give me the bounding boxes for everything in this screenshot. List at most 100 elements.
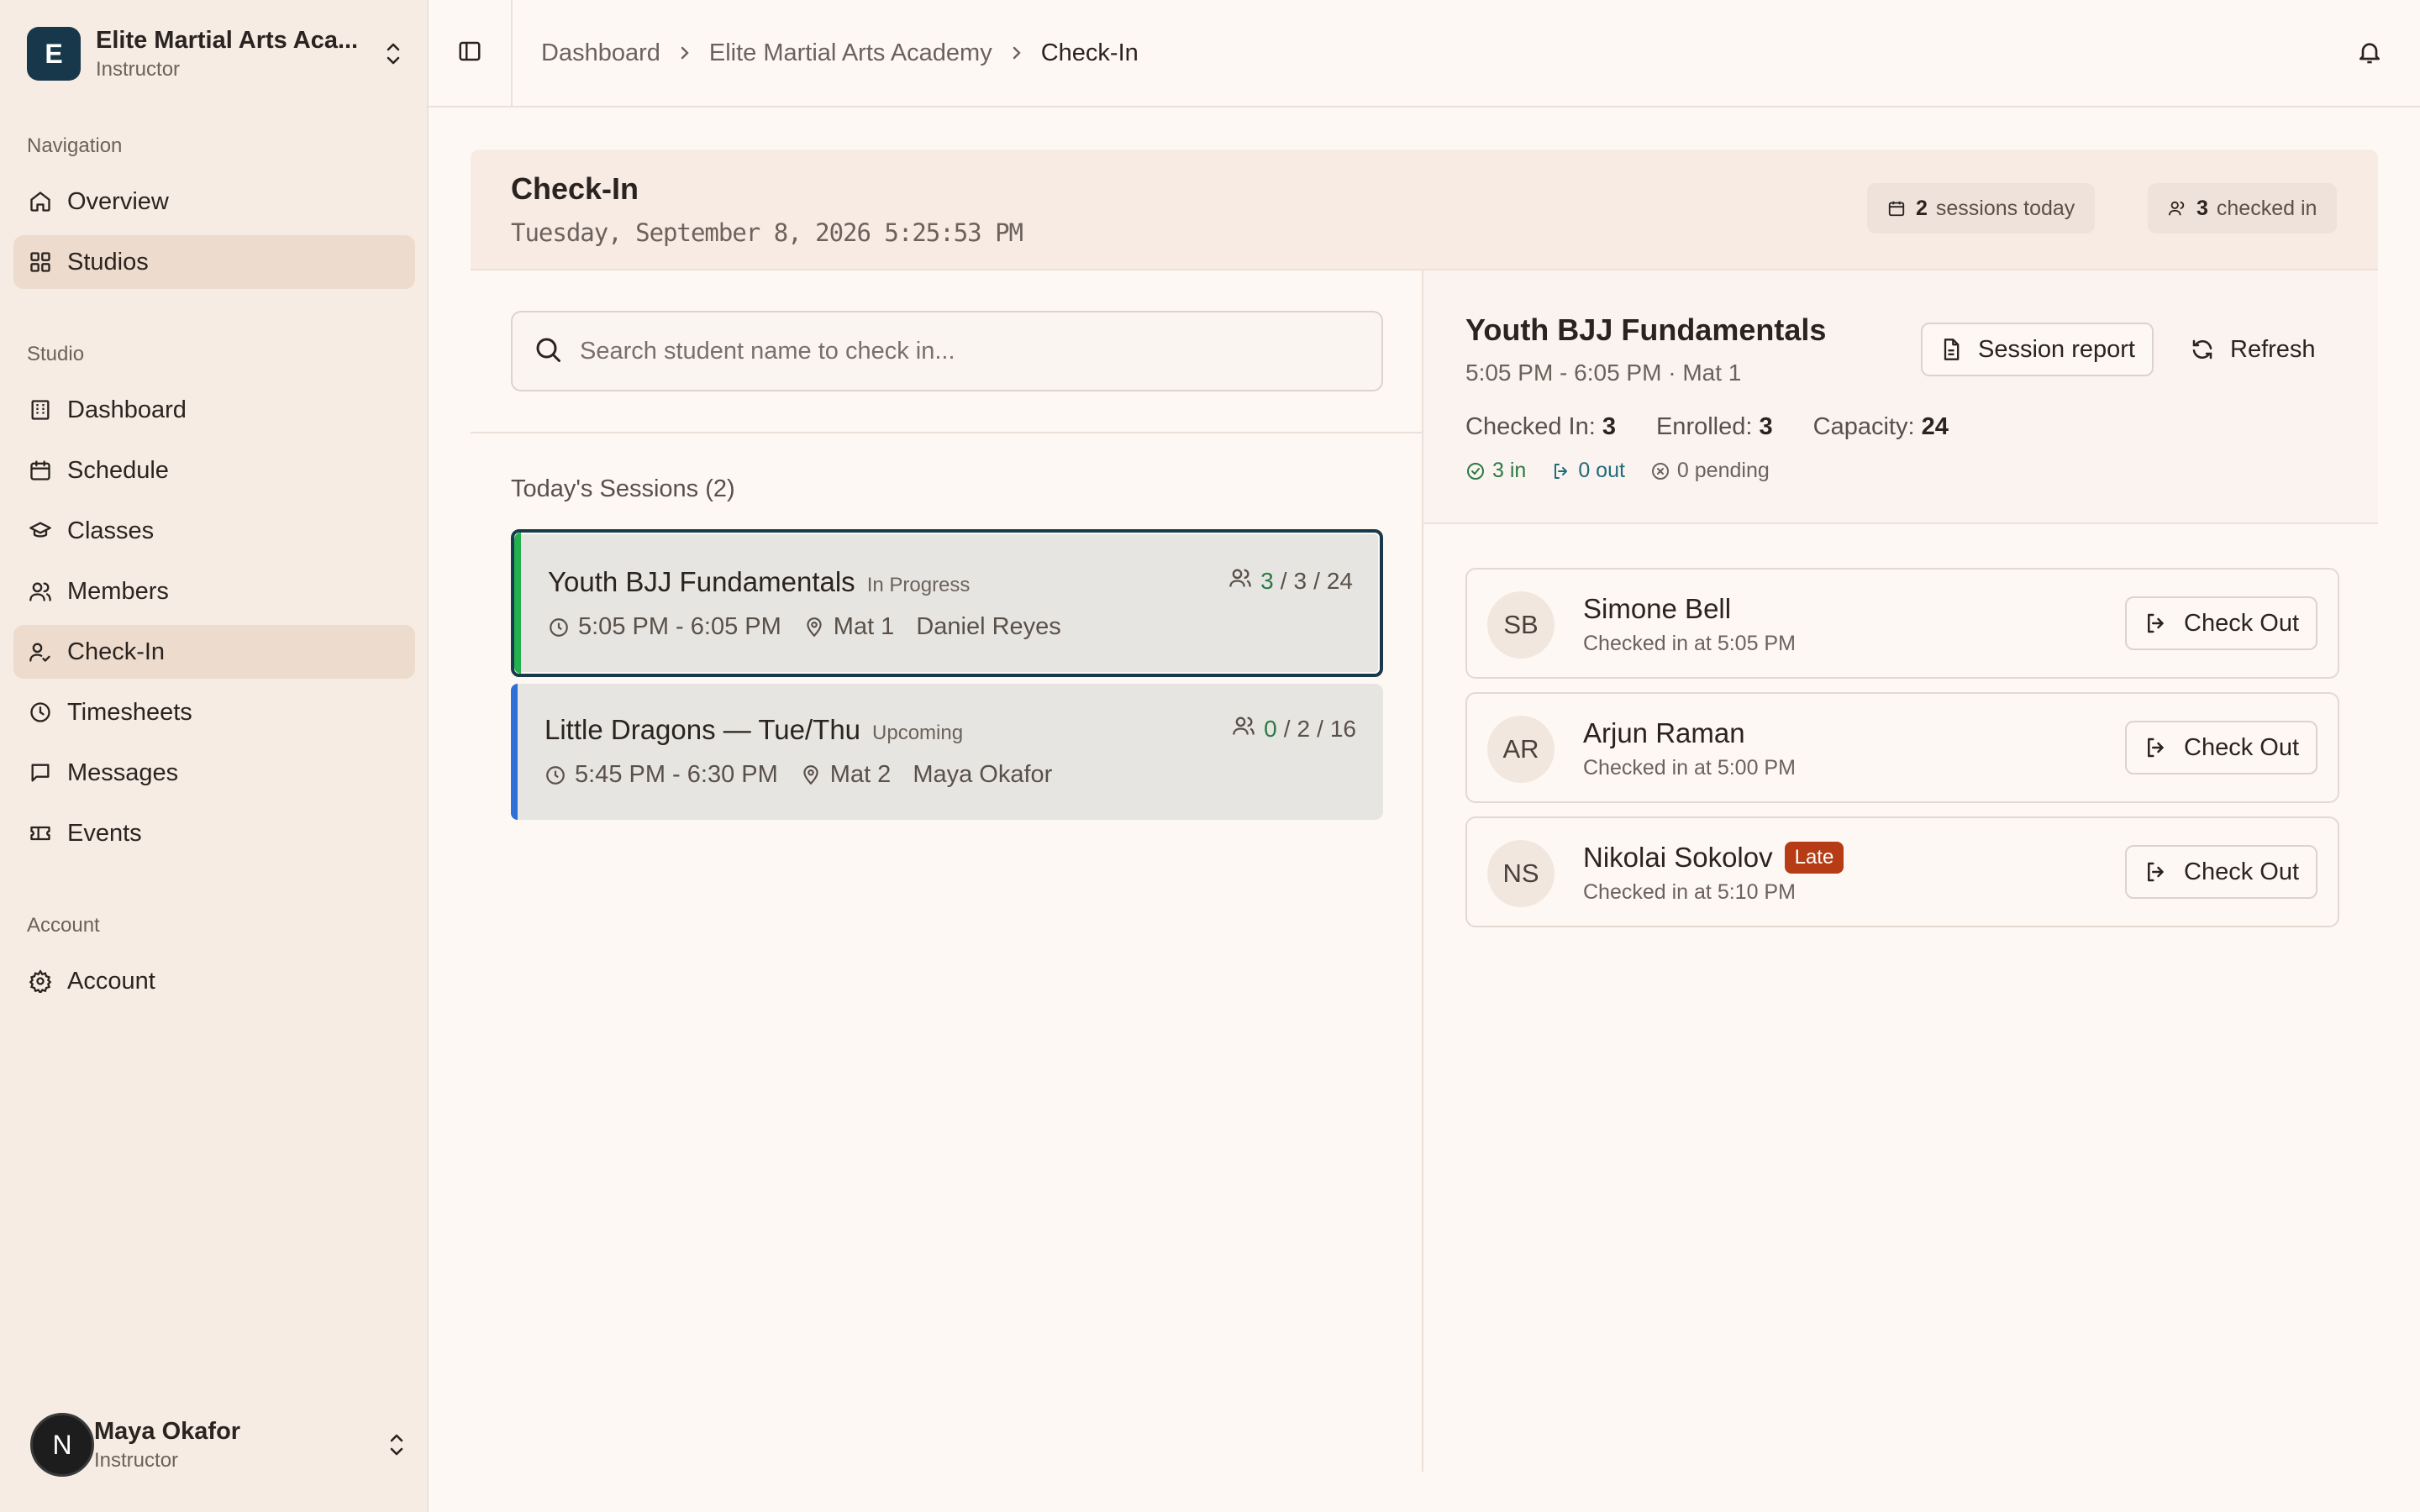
org-name: Elite Martial Arts Aca... bbox=[96, 26, 359, 54]
student-row: AR Arjun Raman Checked in at 5:00 PM Che… bbox=[1465, 692, 2339, 803]
refresh-button[interactable]: Refresh bbox=[2173, 323, 2333, 376]
home-icon bbox=[27, 188, 54, 215]
building-icon bbox=[27, 396, 54, 423]
session-name: Little Dragons — Tue/Thu bbox=[544, 714, 861, 745]
search-icon bbox=[533, 334, 563, 369]
student-name: Arjun Raman bbox=[1583, 717, 1745, 748]
x-circle-icon bbox=[1650, 461, 1670, 481]
sessions-today-badge: 2 sessions today bbox=[1867, 183, 2096, 234]
sidebar-item-studios[interactable]: Studios bbox=[13, 235, 415, 289]
check-out-button[interactable]: Check Out bbox=[2125, 596, 2317, 650]
sidebar-item-label: Events bbox=[67, 819, 142, 847]
sidebar-item-events[interactable]: Events bbox=[13, 806, 415, 860]
sidebar-item-label: Studios bbox=[67, 248, 149, 276]
user-check-icon bbox=[27, 638, 54, 665]
enrolled-count: 2 bbox=[1297, 715, 1311, 742]
session-time: 5:05 PM - 6:05 PM bbox=[578, 613, 781, 640]
top-bar: Dashboard Elite Martial Arts Academy Che… bbox=[429, 0, 2420, 108]
breadcrumb-dashboard[interactable]: Dashboard bbox=[541, 39, 660, 67]
session-card-youth-bjj[interactable]: Youth BJJ Fundamentals In Progress 3/3/24… bbox=[511, 529, 1383, 677]
stat-value: 3 bbox=[1759, 413, 1773, 440]
check-out-label: Check Out bbox=[2184, 609, 2299, 637]
log-out-icon bbox=[2144, 859, 2169, 885]
sidebar-item-messages[interactable]: Messages bbox=[13, 746, 415, 800]
sidebar-item-account[interactable]: Account bbox=[13, 954, 415, 1008]
session-attendance: 0/2/16 bbox=[1232, 714, 1356, 743]
chevron-right-icon bbox=[1011, 45, 1023, 61]
checkin-time: Checked in at 5:00 PM bbox=[1583, 756, 1796, 780]
account-section-label: Account bbox=[27, 914, 100, 937]
sidebar-item-label: Check-In bbox=[67, 638, 166, 665]
search-input[interactable] bbox=[578, 336, 1334, 366]
refresh-label: Refresh bbox=[2230, 335, 2316, 363]
sessions-count: 2 bbox=[1916, 196, 1928, 220]
refresh-icon bbox=[2190, 337, 2215, 362]
sidebar-item-classes[interactable]: Classes bbox=[13, 504, 415, 558]
clock-icon bbox=[548, 617, 570, 638]
user-role: Instructor bbox=[94, 1448, 179, 1472]
sidebar-item-check-in[interactable]: Check-In bbox=[13, 625, 415, 679]
flag-pending: 0 pending bbox=[1676, 459, 1770, 482]
stat-value: 3 bbox=[1602, 413, 1616, 440]
session-detail-header: Youth BJJ Fundamentals 5:05 PM - 6:05 PM… bbox=[1423, 270, 2378, 524]
sidebar-toggle-button[interactable] bbox=[429, 0, 513, 107]
stat-label: Enrolled: bbox=[1655, 413, 1753, 440]
checkin-time: Checked in at 5:05 PM bbox=[1583, 632, 1796, 655]
sidebar-item-label: Account bbox=[67, 967, 155, 995]
enrolled-count: 3 bbox=[1293, 567, 1307, 594]
nav-section-label: Navigation bbox=[27, 134, 123, 157]
session-name: Youth BJJ Fundamentals bbox=[548, 566, 855, 597]
chevron-right-icon bbox=[679, 45, 691, 61]
check-out-button[interactable]: Check Out bbox=[2125, 721, 2317, 774]
breadcrumb: Dashboard Elite Martial Arts Academy Che… bbox=[541, 39, 1139, 67]
check-out-label: Check Out bbox=[2184, 858, 2299, 885]
page-header: Check-In Tuesday, September 8, 2026 5:25… bbox=[471, 150, 2378, 270]
sidebar-item-label: Dashboard bbox=[67, 396, 187, 423]
message-icon bbox=[27, 759, 54, 786]
org-switcher[interactable]: E Elite Martial Arts Aca... Instructor bbox=[27, 25, 405, 82]
notifications-button[interactable] bbox=[2353, 37, 2386, 71]
sidebar-item-overview[interactable]: Overview bbox=[13, 175, 415, 228]
clock-icon bbox=[27, 699, 54, 726]
sidebar-item-members[interactable]: Members bbox=[13, 564, 415, 618]
user-menu[interactable]: N Maya Okafor Instructor bbox=[30, 1411, 408, 1478]
panel-left-icon bbox=[457, 39, 482, 68]
session-card-little-dragons[interactable]: Little Dragons — Tue/Thu Upcoming 0/2/16 … bbox=[511, 684, 1383, 820]
sessions-column: Today's Sessions (2) Youth BJJ Fundament… bbox=[471, 270, 1423, 1472]
checked-label: checked in bbox=[2216, 196, 2317, 220]
session-time: 5:45 PM - 6:30 PM bbox=[575, 761, 778, 788]
flag-in: 3 in bbox=[1492, 459, 1527, 482]
session-detail: Youth BJJ Fundamentals 5:05 PM - 6:05 PM… bbox=[1423, 270, 2378, 1472]
check-in-panel: Check-In Tuesday, September 8, 2026 5:25… bbox=[471, 150, 2378, 1472]
student-row: SB Simone Bell Checked in at 5:05 PM Che… bbox=[1465, 568, 2339, 679]
search-box bbox=[511, 311, 1383, 391]
session-instructor: Daniel Reyes bbox=[916, 613, 1061, 640]
check-out-button[interactable]: Check Out bbox=[2125, 845, 2317, 899]
avatar: SB bbox=[1487, 591, 1555, 659]
studio-section-label: Studio bbox=[27, 343, 85, 365]
session-status-bar bbox=[511, 684, 518, 820]
sidebar-item-schedule[interactable]: Schedule bbox=[13, 444, 415, 497]
capacity-count: 16 bbox=[1329, 715, 1356, 742]
sessions-label: sessions today bbox=[1935, 196, 2075, 220]
session-report-label: Session report bbox=[1978, 335, 2135, 363]
sidebar-item-timesheets[interactable]: Timesheets bbox=[13, 685, 415, 739]
stat-label: Checked In: bbox=[1465, 413, 1596, 440]
chevrons-up-down-icon bbox=[381, 37, 405, 71]
breadcrumb-academy[interactable]: Elite Martial Arts Academy bbox=[709, 39, 992, 67]
calendar-icon bbox=[1887, 199, 1906, 218]
breadcrumb-current: Check-In bbox=[1040, 39, 1139, 66]
checked-in-badge: 3 checked in bbox=[2148, 183, 2338, 234]
user-name: Maya Okafor bbox=[94, 1417, 241, 1445]
sidebar-item-label: Members bbox=[67, 577, 169, 605]
late-badge: Late bbox=[1784, 842, 1844, 874]
checked-count: 3 bbox=[1260, 567, 1274, 594]
session-instructor: Maya Okafor bbox=[913, 761, 1053, 788]
session-report-button[interactable]: Session report bbox=[1921, 323, 2154, 376]
main-content: Dashboard Elite Martial Arts Academy Che… bbox=[429, 0, 2420, 1512]
divider bbox=[471, 432, 1423, 433]
check-circle-icon bbox=[1465, 461, 1486, 481]
sidebar-item-dashboard[interactable]: Dashboard bbox=[13, 383, 415, 437]
ticket-icon bbox=[27, 820, 54, 847]
sidebar-item-label: Timesheets bbox=[67, 698, 192, 726]
